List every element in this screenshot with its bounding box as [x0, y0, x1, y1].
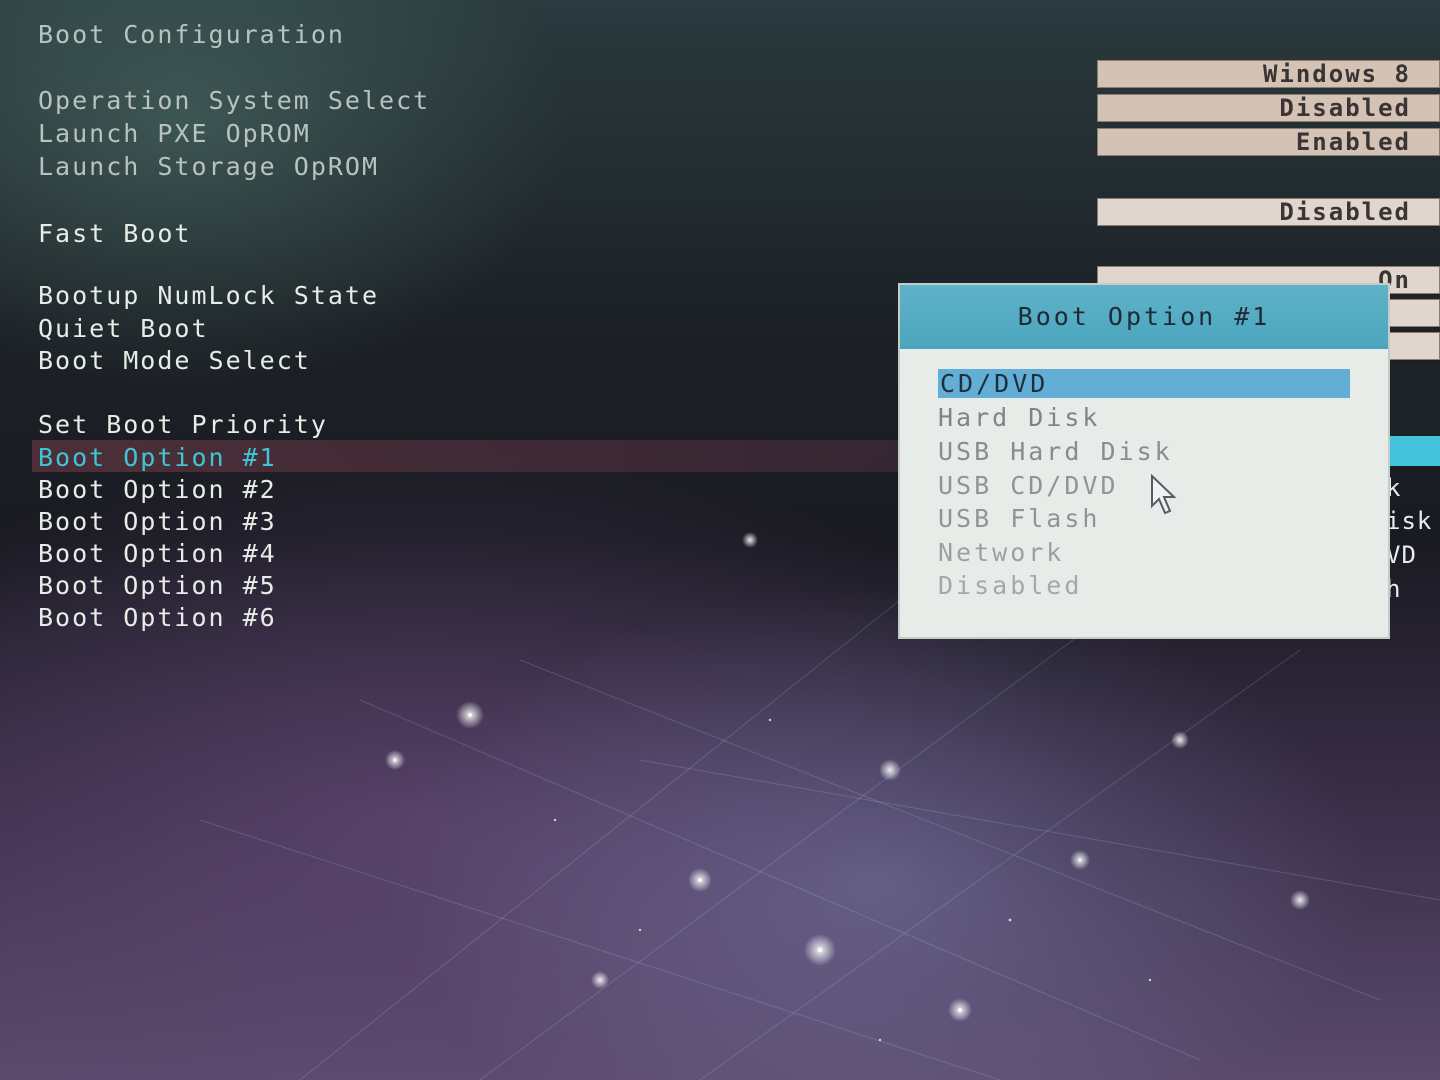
popup-option-network[interactable]: Network	[938, 538, 1064, 567]
popup-title: Boot Option #1	[900, 285, 1388, 349]
page-title: Boot Configuration	[38, 20, 345, 49]
bootup-numlock-state-label[interactable]: Bootup NumLock State	[38, 281, 379, 310]
operation-system-select-label[interactable]: Operation System Select	[38, 86, 430, 115]
boot-option-4-value[interactable]: VD	[1386, 541, 1417, 569]
fast-boot-label[interactable]: Fast Boot	[38, 219, 191, 248]
mouse-pointer-icon	[1151, 474, 1177, 515]
boot-option-6[interactable]: Boot Option #6	[38, 603, 277, 632]
boot-option-5[interactable]: Boot Option #5	[38, 571, 277, 600]
boot-option-2-value[interactable]: k	[1386, 474, 1401, 502]
popup-option-hard-disk[interactable]: Hard Disk	[938, 403, 1100, 432]
set-boot-priority-heading: Set Boot Priority	[38, 410, 328, 439]
boot-option-3[interactable]: Boot Option #3	[38, 507, 277, 536]
popup-option-cd-dvd[interactable]: CD/DVD	[938, 369, 1350, 398]
boot-option-2[interactable]: Boot Option #2	[38, 475, 277, 504]
boot-option-popup: Boot Option #1 CD/DVD Hard Disk USB Hard…	[900, 285, 1388, 637]
popup-option-usb-flash[interactable]: USB Flash	[938, 504, 1100, 533]
popup-option-usb-hard-disk[interactable]: USB Hard Disk	[938, 437, 1173, 466]
launch-storage-oprom-value[interactable]: Enabled	[1097, 128, 1440, 156]
launch-storage-oprom-label[interactable]: Launch Storage OpROM	[38, 152, 379, 181]
boot-option-1-value-highlight[interactable]	[1388, 436, 1440, 466]
launch-pxe-oprom-value[interactable]: Disabled	[1097, 94, 1440, 122]
value-panel-background	[1388, 365, 1440, 435]
fast-boot-value[interactable]: Disabled	[1097, 198, 1440, 226]
operation-system-select-value[interactable]: Windows 8	[1097, 60, 1440, 88]
boot-option-4[interactable]: Boot Option #4	[38, 539, 277, 568]
popup-option-usb-cd-dvd[interactable]: USB CD/DVD	[938, 471, 1119, 500]
boot-mode-select-label[interactable]: Boot Mode Select	[38, 346, 311, 375]
boot-option-5-value[interactable]: h	[1386, 575, 1401, 603]
launch-pxe-oprom-label[interactable]: Launch PXE OpROM	[38, 119, 311, 148]
quiet-boot-label[interactable]: Quiet Boot	[38, 314, 209, 343]
boot-option-3-value[interactable]: isk	[1386, 507, 1432, 535]
popup-option-disabled[interactable]: Disabled	[938, 571, 1082, 600]
boot-option-1[interactable]: Boot Option #1	[38, 443, 277, 472]
